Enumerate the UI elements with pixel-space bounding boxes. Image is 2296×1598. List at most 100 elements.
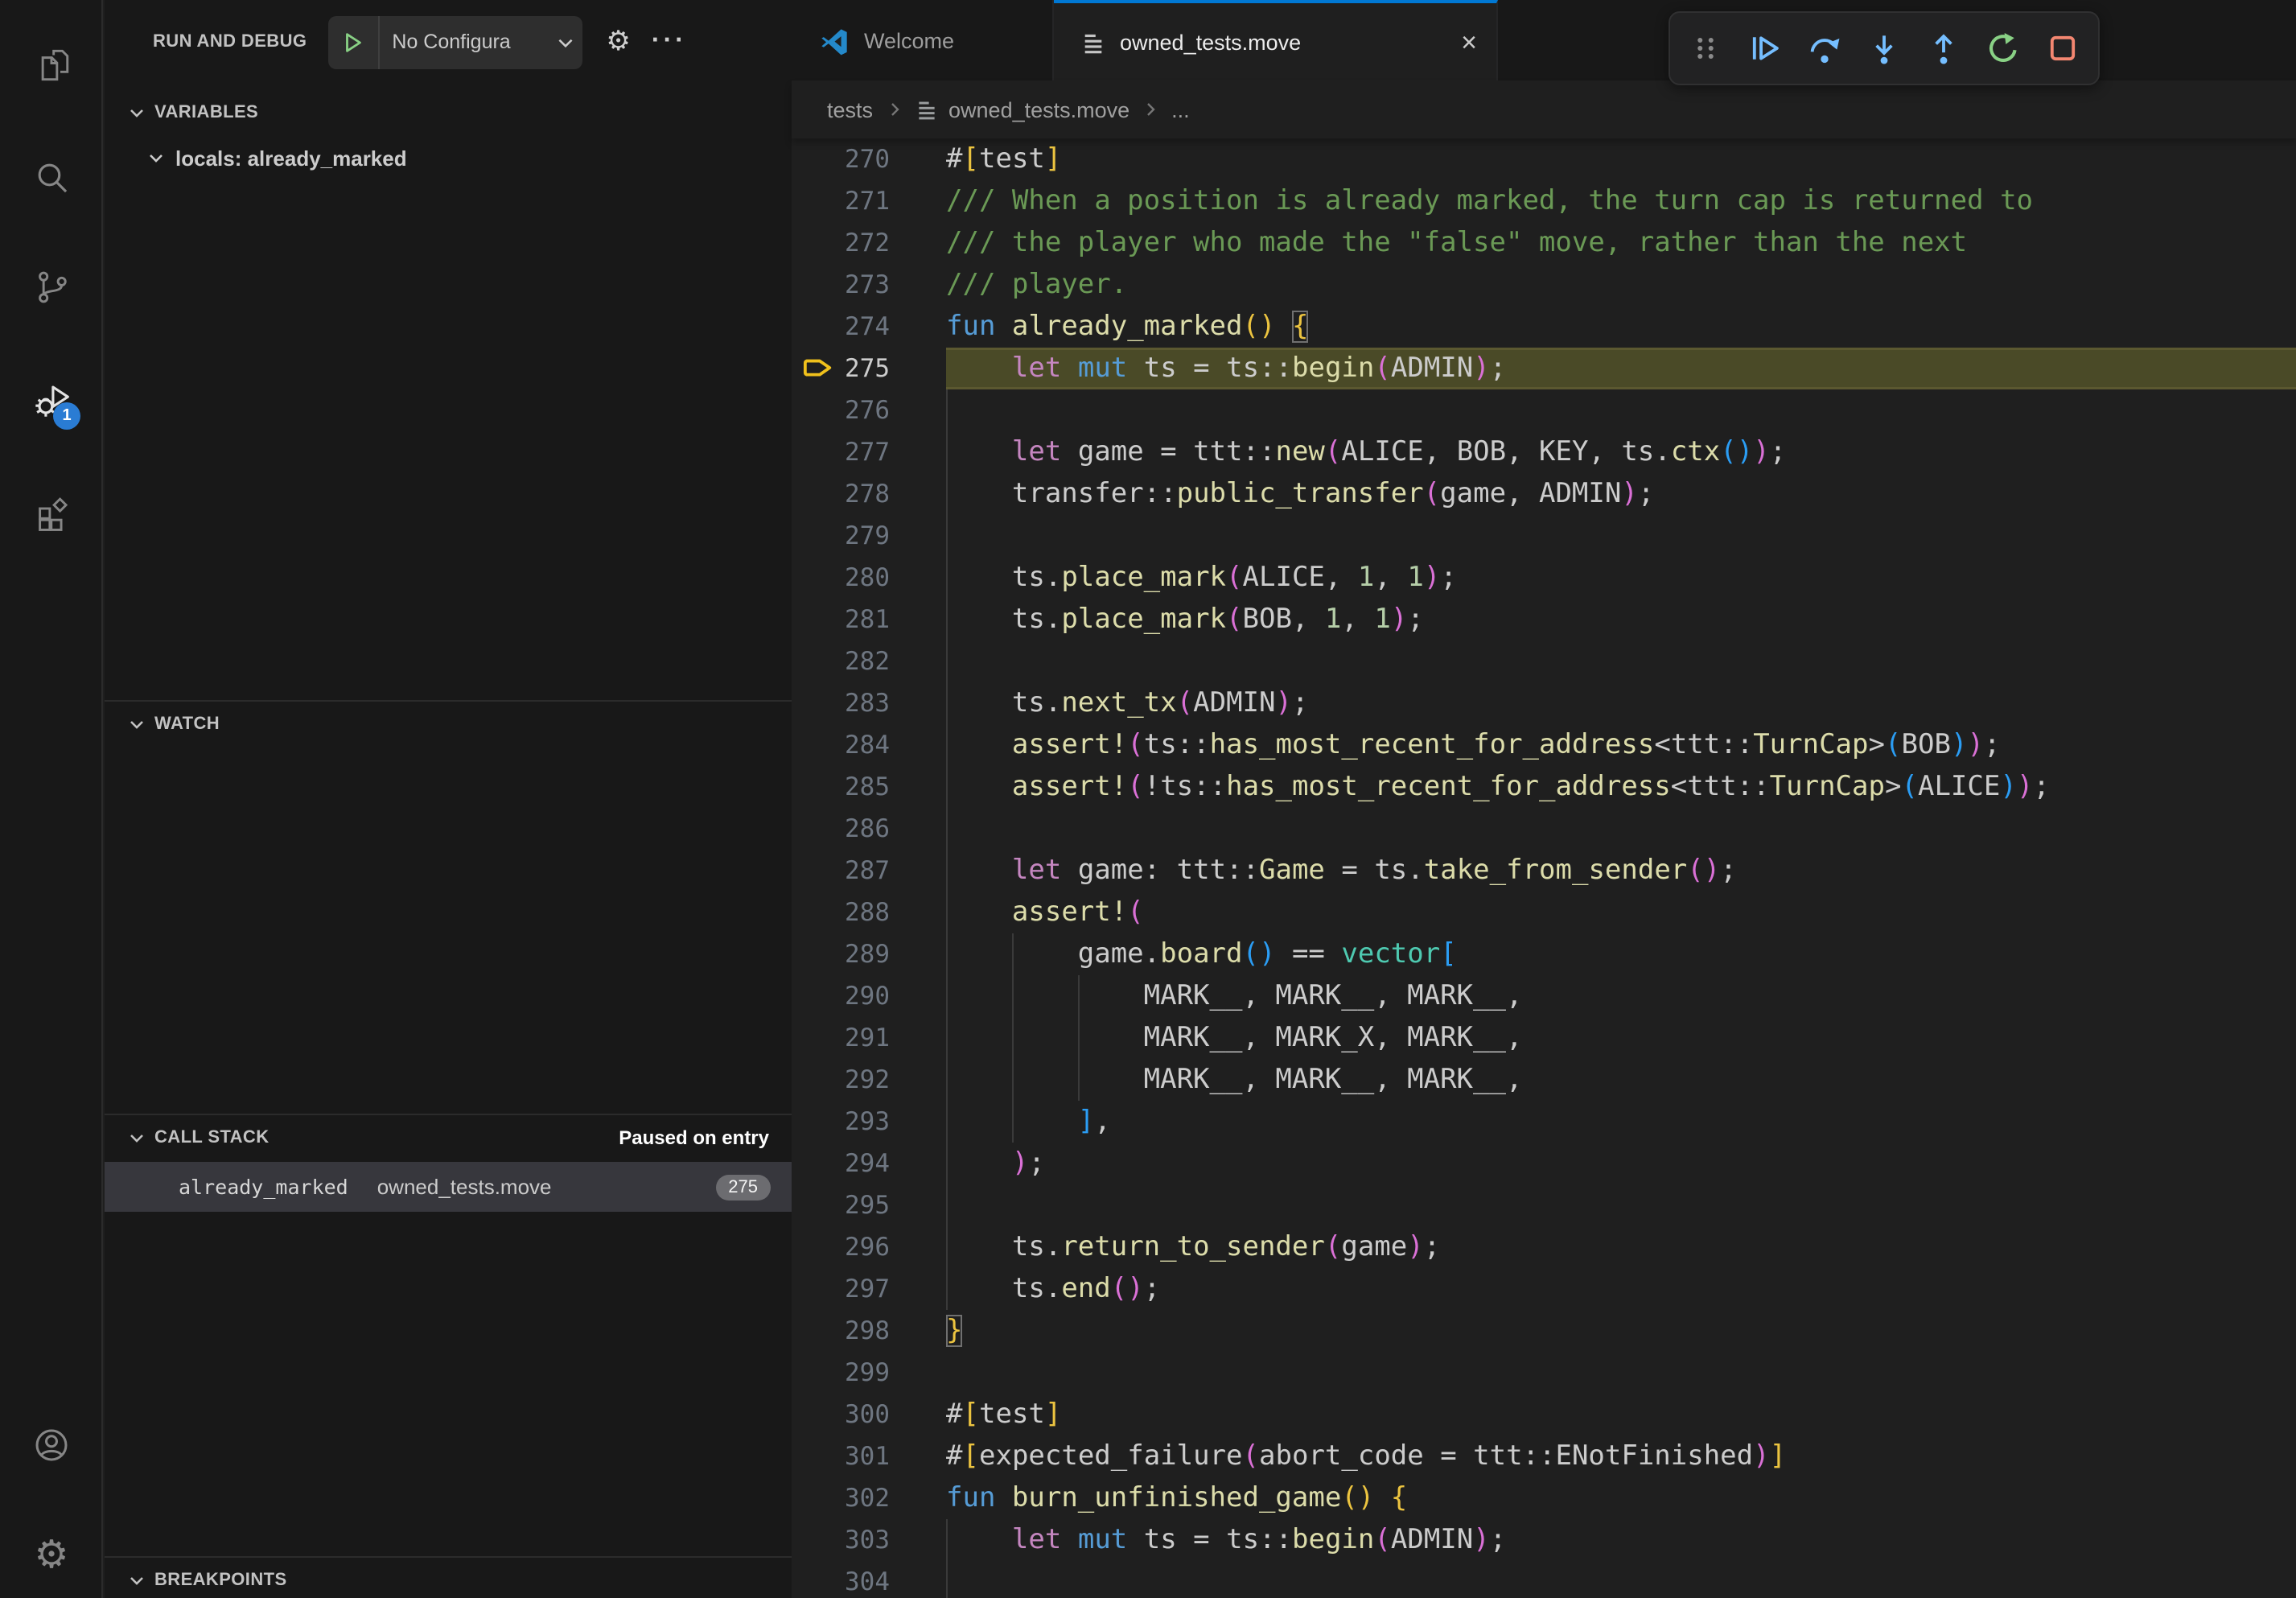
settings-button[interactable]: ⚙ — [0, 1506, 103, 1598]
code-line[interactable]: 300#[test] — [792, 1394, 2296, 1435]
code-line[interactable]: 286 — [792, 808, 2296, 850]
debug-settings-gear-icon[interactable]: ⚙ — [606, 28, 631, 56]
code-line[interactable]: 273/// player. — [792, 264, 2296, 306]
code-line[interactable]: 283 ts.next_tx(ADMIN); — [792, 682, 2296, 724]
code-line[interactable]: 278 transfer::public_transfer(game, ADMI… — [792, 473, 2296, 515]
stop-button[interactable] — [2035, 18, 2090, 79]
code-line[interactable]: 277 let game = ttt::new(ALICE, BOB, KEY,… — [792, 431, 2296, 473]
code-line[interactable]: 297 ts.end(); — [792, 1268, 2296, 1310]
gutter[interactable]: 293 — [792, 1101, 946, 1143]
step-out-button[interactable] — [1916, 18, 1971, 79]
gutter[interactable]: 298 — [792, 1310, 946, 1352]
code-line[interactable]: 295 — [792, 1184, 2296, 1226]
start-debug-button[interactable]: No Configura — [327, 15, 582, 68]
gutter[interactable]: 278 — [792, 473, 946, 515]
gutter[interactable]: 276 — [792, 389, 946, 431]
continue-button[interactable] — [1738, 18, 1792, 79]
gutter[interactable]: 297 — [792, 1268, 946, 1310]
gutter[interactable]: 281 — [792, 599, 946, 640]
views-more-actions-button[interactable]: ··· — [652, 27, 687, 56]
sidebar-item-explorer[interactable] — [0, 16, 103, 113]
gutter[interactable]: 277 — [792, 431, 946, 473]
code-line[interactable]: 302fun burn_unfinished_game() { — [792, 1477, 2296, 1519]
gutter[interactable]: 271 — [792, 180, 946, 222]
code-line[interactable]: 290 MARK__, MARK__, MARK__, — [792, 975, 2296, 1017]
variables-section-header[interactable]: VARIABLES — [105, 89, 792, 135]
variables-locals-scope[interactable]: locals: already_marked — [105, 135, 792, 180]
code-line[interactable]: 304 — [792, 1561, 2296, 1598]
call-stack-section-header[interactable]: CALL STACK Paused on entry — [105, 1114, 792, 1160]
gutter[interactable]: 290 — [792, 975, 946, 1017]
gutter[interactable]: 294 — [792, 1143, 946, 1184]
tab-owned-tests[interactable]: owned_tests.move × — [1054, 0, 1498, 80]
gutter[interactable]: 289 — [792, 933, 946, 975]
code-line[interactable]: 271/// When a position is already marked… — [792, 180, 2296, 222]
code-line[interactable]: 280 ts.place_mark(ALICE, 1, 1); — [792, 557, 2296, 599]
account-button[interactable] — [0, 1397, 103, 1493]
code-line[interactable]: 284 assert!(ts::has_most_recent_for_addr… — [792, 724, 2296, 766]
code-line[interactable]: 293 ], — [792, 1101, 2296, 1143]
gutter[interactable]: 303 — [792, 1519, 946, 1561]
gutter[interactable]: 279 — [792, 515, 946, 557]
toolbar-drag-handle[interactable] — [1678, 18, 1733, 79]
breadcrumb-item[interactable]: owned_tests.move — [948, 97, 1129, 121]
gutter[interactable]: 274 — [792, 306, 946, 348]
sidebar-item-run-and-debug[interactable]: 1 — [0, 351, 103, 447]
gutter[interactable]: 284 — [792, 724, 946, 766]
gutter[interactable]: 270 — [792, 138, 946, 180]
gutter[interactable]: 287 — [792, 850, 946, 892]
tab-welcome[interactable]: Welcome — [792, 0, 1054, 80]
sidebar-item-search[interactable] — [0, 129, 103, 225]
close-icon[interactable]: × — [1461, 28, 1477, 56]
gutter[interactable]: 286 — [792, 808, 946, 850]
debug-config-dropdown[interactable]: No Configura — [379, 31, 582, 53]
code-line[interactable]: 296 ts.return_to_sender(game); — [792, 1226, 2296, 1268]
code-line[interactable]: 275 let mut ts = ts::begin(ADMIN); — [792, 348, 2296, 389]
gutter[interactable]: 299 — [792, 1352, 946, 1394]
gutter[interactable]: 296 — [792, 1226, 946, 1268]
code-line[interactable]: 298} — [792, 1310, 2296, 1352]
breadcrumb-item[interactable]: ... — [1171, 97, 1190, 121]
code-line[interactable]: 272/// the player who made the "false" m… — [792, 222, 2296, 264]
code-line[interactable]: 287 let game: ttt::Game = ts.take_from_s… — [792, 850, 2296, 892]
code-line[interactable]: 299 — [792, 1352, 2296, 1394]
sidebar-item-source-control[interactable] — [0, 238, 103, 335]
breadcrumb-item[interactable]: tests — [827, 97, 873, 121]
breakpoints-section-header[interactable]: BREAKPOINTS — [105, 1556, 792, 1598]
code-editor[interactable]: 270#[test]271/// When a position is alre… — [792, 138, 2296, 1598]
gutter[interactable]: 273 — [792, 264, 946, 306]
code-line[interactable]: 301#[expected_failure(abort_code = ttt::… — [792, 1435, 2296, 1477]
gutter[interactable]: 291 — [792, 1017, 946, 1059]
code-line[interactable]: 274fun already_marked() { — [792, 306, 2296, 348]
code-line[interactable]: 289 game.board() == vector[ — [792, 933, 2296, 975]
code-line[interactable]: 294 ); — [792, 1143, 2296, 1184]
sidebar-item-extensions[interactable] — [0, 463, 103, 560]
code-line[interactable]: 292 MARK__, MARK__, MARK__, — [792, 1059, 2296, 1101]
code-line[interactable]: 276 — [792, 389, 2296, 431]
gutter[interactable]: 304 — [792, 1561, 946, 1598]
code-line[interactable]: 303 let mut ts = ts::begin(ADMIN); — [792, 1519, 2296, 1561]
code-line[interactable]: 279 — [792, 515, 2296, 557]
restart-button[interactable] — [1976, 18, 2031, 79]
gutter[interactable]: 280 — [792, 557, 946, 599]
gutter[interactable]: 301 — [792, 1435, 946, 1477]
gutter[interactable]: 295 — [792, 1184, 946, 1226]
gutter[interactable]: 292 — [792, 1059, 946, 1101]
gutter[interactable]: 282 — [792, 640, 946, 682]
call-stack-frame-row[interactable]: already_marked owned_tests.move 275 — [105, 1162, 792, 1212]
step-over-button[interactable] — [1797, 18, 1852, 79]
watch-section-header[interactable]: WATCH — [105, 700, 792, 747]
code-line[interactable]: 282 — [792, 640, 2296, 682]
step-into-button[interactable] — [1857, 18, 1911, 79]
code-line[interactable]: 285 assert!(!ts::has_most_recent_for_add… — [792, 766, 2296, 808]
gutter[interactable]: 285 — [792, 766, 946, 808]
code-line[interactable]: 288 assert!( — [792, 892, 2296, 933]
gutter[interactable]: 302 — [792, 1477, 946, 1519]
code-line[interactable]: 291 MARK__, MARK_X, MARK__, — [792, 1017, 2296, 1059]
gutter[interactable]: 275 — [792, 348, 946, 389]
gutter[interactable]: 272 — [792, 222, 946, 264]
gutter[interactable]: 288 — [792, 892, 946, 933]
code-line[interactable]: 270#[test] — [792, 138, 2296, 180]
gutter[interactable]: 300 — [792, 1394, 946, 1435]
gutter[interactable]: 283 — [792, 682, 946, 724]
